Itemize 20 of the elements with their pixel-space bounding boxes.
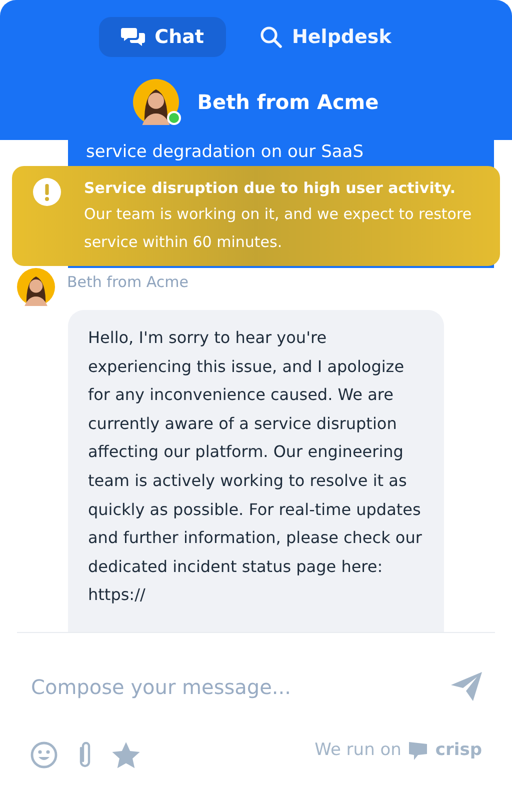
chat-bubbles-icon [120,26,145,48]
exclamation-icon [32,177,62,207]
send-button[interactable] [451,672,483,702]
branding-text: We run on [314,740,402,760]
alert-message: Our team is working on it, and we expect to restore service within 60 minutes. [84,204,473,253]
operator-message-bubble: Hello, I'm sorry to hear you're experiencing this issue, and I apologize for any inconvenience caused. We are currently aware of a service disruption affecting our platform. Our engineering team is actively working to resolve it as quickly as possible. For real-time updates and further information, please check our dedicated incident status page here: https:// [68,310,444,632]
speech-bubble-icon [408,740,428,760]
star-icon [112,742,140,768]
message-author: Beth from Acme [67,273,188,291]
avatar [17,268,55,306]
avatar [133,79,180,125]
toolbar-button[interactable] [112,742,140,768]
toolbar-button[interactable] [30,741,58,769]
tab[interactable]: Chat [98,17,226,57]
search-icon [260,26,282,48]
brand-name: crisp [435,740,482,760]
alert-title: Service disruption due to high user activity. [84,178,457,199]
emoji-icon [30,741,58,769]
operator-name: Beth from Acme [197,90,379,114]
tab[interactable]: Helpdesk [238,17,414,57]
